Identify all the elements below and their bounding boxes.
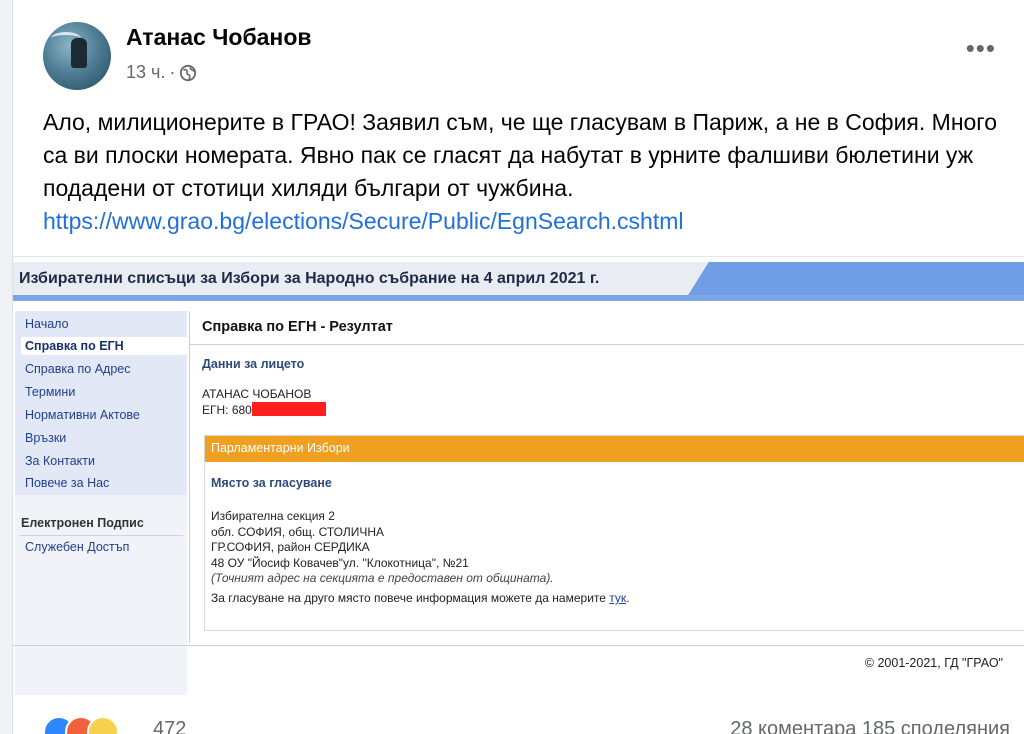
election-type: Парламентарни Избори <box>211 441 350 455</box>
header-divider <box>13 295 1024 301</box>
author-name[interactable]: Атанас Чобанов <box>126 24 312 51</box>
title-divider <box>190 344 1024 345</box>
person-figure <box>71 38 87 68</box>
person-heading: Данни за лицето <box>202 357 305 371</box>
post-link[interactable]: https://www.grao.bg/elections/Secure/Pub… <box>43 208 684 234</box>
sidebar-divider <box>19 535 183 536</box>
other-place-row: За гласуване на друго място повече инфор… <box>211 591 630 605</box>
election-type-bar: Парламентарни Избори <box>205 436 1024 462</box>
city-line: ГР.СОФИЯ, район СЕРДИКА <box>211 540 370 554</box>
post-card: Атанас Чобанов 13 ч. · ••• Ало, милицион… <box>12 0 1024 734</box>
result-title: Справка по ЕГН - Резултат <box>202 319 393 335</box>
sidebar-item-terms[interactable]: Термини <box>25 385 75 399</box>
sidebar-item-about[interactable]: Повече за Нас <box>25 476 109 490</box>
sidebar-item-address[interactable]: Справка по Адрес <box>25 362 131 376</box>
sidebar-item-home[interactable]: Начало <box>25 317 69 331</box>
here-link[interactable]: тук <box>609 591 626 605</box>
reaction-count[interactable]: 472 <box>153 718 186 734</box>
election-box: Парламентарни Избори Място за гласуване … <box>204 435 1024 631</box>
avatar[interactable] <box>43 22 111 90</box>
sidebar-item-links[interactable]: Връзки <box>25 431 66 445</box>
post-text: Ало, милиционерите в ГРАО! Заявил съм, ч… <box>43 106 1003 238</box>
globe-icon[interactable] <box>179 64 197 82</box>
grao-screenshot[interactable]: Избирателни списъци за Избори за Народно… <box>13 256 1024 695</box>
wow-icon <box>87 716 119 734</box>
school-line: 48 ОУ "Йосиф Ковачев"ул. "Клокотница", №… <box>211 555 469 570</box>
voting-place-heading: Място за гласуване <box>211 476 332 490</box>
header-title: Избирателни списъци за Избори за Народно… <box>19 270 600 287</box>
more-options-button[interactable]: ••• <box>966 35 996 61</box>
post-meta: 13 ч. · <box>126 62 197 83</box>
section-number: Избирателна секция 2 <box>211 509 335 523</box>
redaction-bar <box>251 402 326 416</box>
post-time[interactable]: 13 ч. <box>126 62 165 83</box>
other-place-text: За гласуване на друго място повече инфор… <box>211 591 606 605</box>
comments-shares[interactable]: 28 коментара 185 споделяния <box>730 718 1010 734</box>
sidebar-item-egn[interactable]: Справка по ЕГН <box>21 337 187 355</box>
meta-separator: · <box>169 62 176 82</box>
egn-row: ЕГН: 680 <box>202 402 326 418</box>
sidebar-item-acts[interactable]: Нормативни Актове <box>25 408 140 422</box>
result-panel: Справка по ЕГН - Резултат Данни за лицет… <box>189 311 1024 643</box>
egn-label: ЕГН: 680 <box>202 403 252 417</box>
region-line: обл. СОФИЯ, общ. СТОЛИЧНА <box>211 524 385 539</box>
post-body: Ало, милиционерите в ГРАО! Заявил съм, ч… <box>43 109 997 201</box>
voting-address: Избирателна секция 2 обл. СОФИЯ, общ. СТ… <box>211 509 554 587</box>
sidebar-item-service-access[interactable]: Служебен Достъп <box>25 540 129 554</box>
copyright-text: © 2001-2021, ГД "ГРАО" <box>864 656 1003 670</box>
grao-footer: © 2001-2021, ГД "ГРАО" <box>13 645 1024 696</box>
person-name: АТАНАС ЧОБАНОВ <box>202 387 312 401</box>
grao-sidebar: Начало Справка по ЕГН Справка по Адрес Т… <box>15 311 187 695</box>
sidebar-item-contacts[interactable]: За Контакти <box>25 454 95 468</box>
address-note: (Точният адрес на секцията е предоставен… <box>211 571 554 585</box>
signature-heading: Електронен Подпис <box>21 516 144 530</box>
